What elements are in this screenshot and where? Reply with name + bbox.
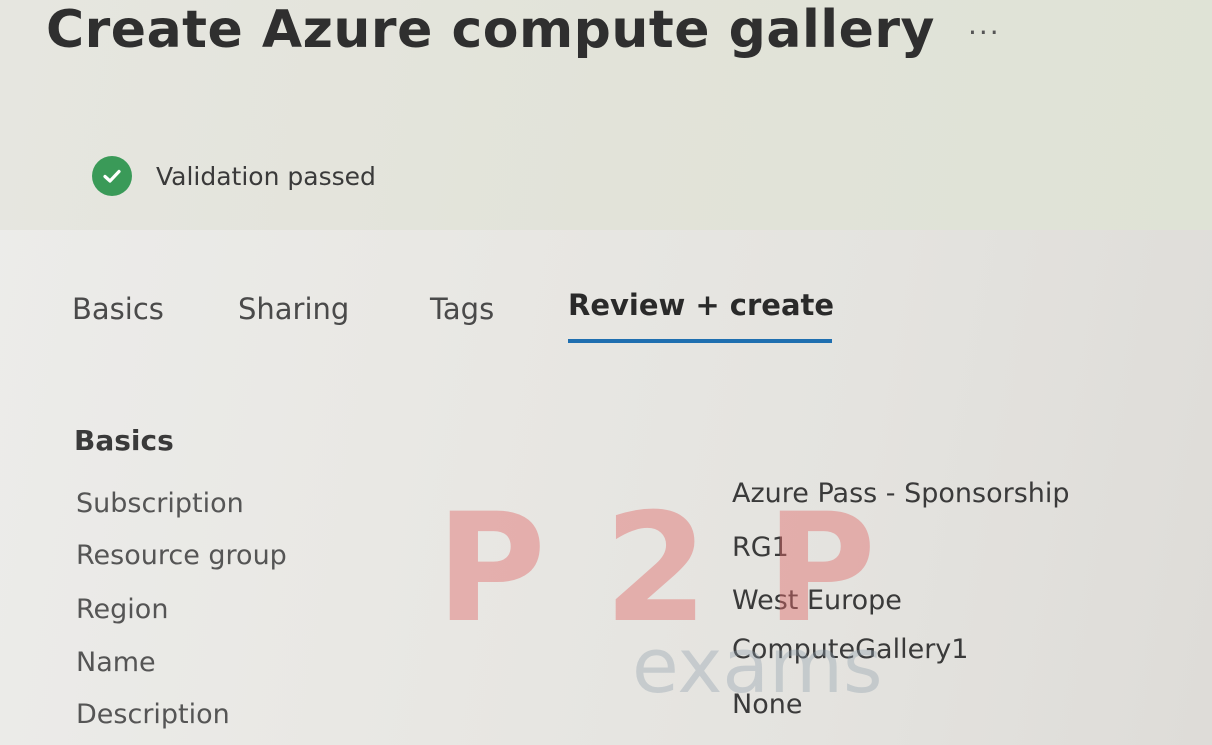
value-subscription: Azure Pass - Sponsorship: [732, 478, 1070, 509]
label-description: Description: [76, 699, 230, 730]
check-circle-icon: [92, 156, 132, 196]
tab-sharing[interactable]: Sharing: [238, 292, 349, 326]
value-description: None: [732, 689, 803, 720]
tab-tags[interactable]: Tags: [430, 292, 494, 326]
ellipsis-icon[interactable]: ···: [968, 16, 1001, 49]
label-subscription: Subscription: [76, 488, 244, 519]
label-region: Region: [76, 594, 169, 625]
page-title: Create Azure compute gallery: [46, 0, 935, 60]
tab-review-create[interactable]: Review + create: [568, 288, 834, 322]
value-name: ComputeGallery1: [732, 634, 969, 665]
label-resource-group: Resource group: [76, 540, 287, 571]
label-name: Name: [76, 647, 156, 678]
value-resource-group: RG1: [732, 532, 789, 563]
section-heading-basics: Basics: [74, 424, 174, 457]
tab-basics[interactable]: Basics: [72, 292, 164, 326]
watermark-text-top: P2P: [436, 492, 876, 656]
validation-message: Validation passed: [156, 161, 376, 191]
active-tab-indicator: [568, 339, 832, 343]
validation-banner: Validation passed: [92, 156, 376, 196]
value-region: West Europe: [732, 585, 902, 616]
